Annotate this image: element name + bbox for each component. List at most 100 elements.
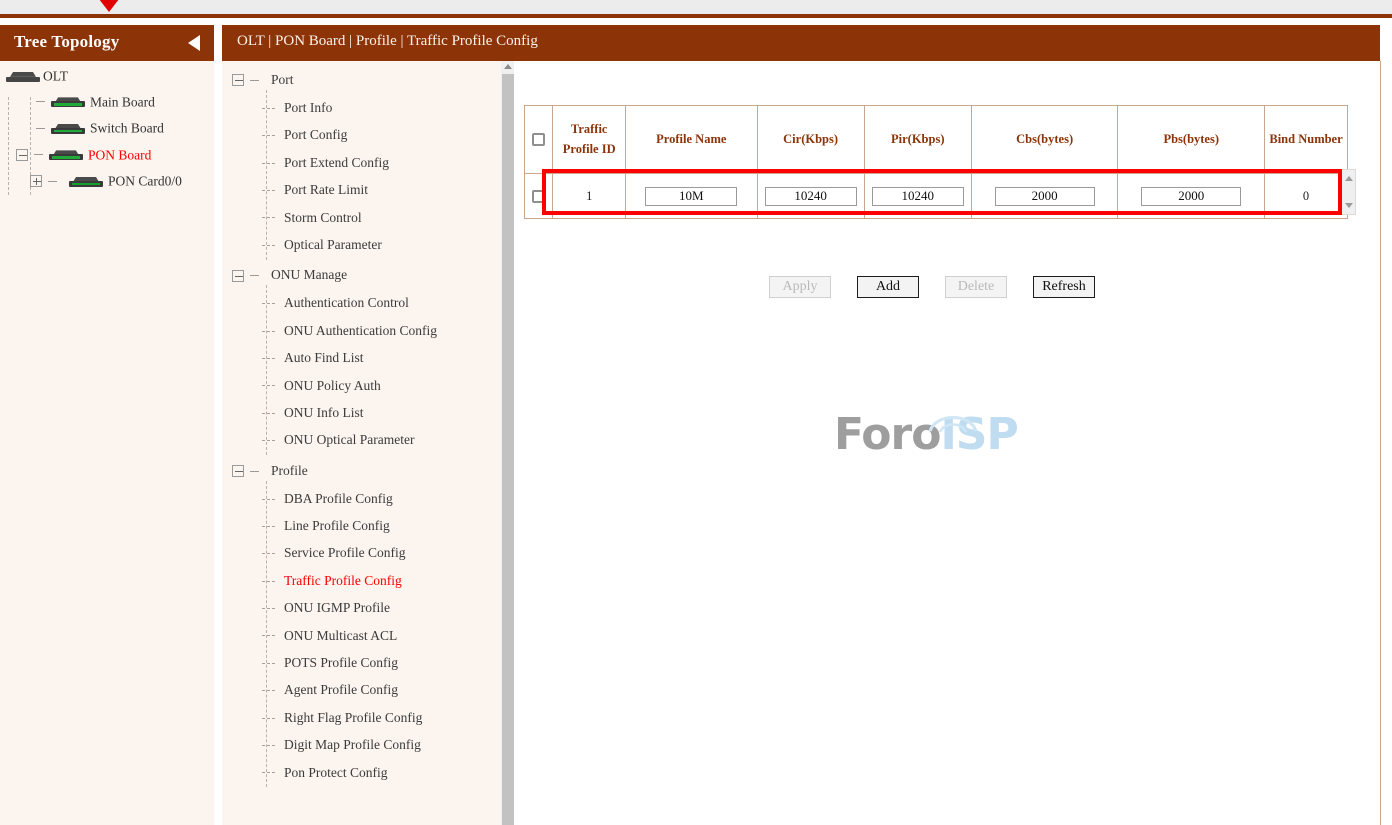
cell-profile-name <box>626 174 757 219</box>
cell-bind-number: 0 <box>1265 174 1348 219</box>
nav-item-onu-optical-parameter[interactable]: ONU Optical Parameter <box>222 426 502 453</box>
collapse-minus-icon[interactable] <box>232 270 244 282</box>
cir-input[interactable] <box>765 187 857 206</box>
nav-item-onu-multicast-acl[interactable]: ONU Multicast ACL <box>222 622 502 649</box>
tree-branch-tick-icon <box>262 135 275 136</box>
grid-vertical-scrollbar[interactable] <box>1340 169 1356 215</box>
device-board-icon <box>51 123 85 134</box>
traffic-profile-table: Traffic Profile ID Profile Name Cir(Kbps… <box>524 105 1348 219</box>
tree-branch-tick-icon <box>262 526 275 527</box>
refresh-button[interactable]: Refresh <box>1033 276 1095 298</box>
tree-branch-tick-icon <box>36 128 45 129</box>
nav-group-onu-manage[interactable]: ONU Manage <box>222 262 502 289</box>
nav-item-dba-profile-config[interactable]: DBA Profile Config <box>222 485 502 512</box>
expand-plus-icon[interactable] <box>30 175 42 187</box>
nav-item-onu-igmp-profile[interactable]: ONU IGMP Profile <box>222 594 502 621</box>
action-button-row: Apply Add Delete Refresh <box>769 276 1117 298</box>
collapse-minus-icon[interactable] <box>16 149 28 161</box>
nav-group-port[interactable]: Port <box>222 67 502 94</box>
tree-branch-tick-icon <box>34 154 43 155</box>
select-all-checkbox[interactable] <box>532 133 545 146</box>
row-select-cell <box>525 174 553 219</box>
cbs-input[interactable] <box>995 187 1095 206</box>
tree-topology-panel: Tree Topology OLT Main Board <box>0 25 214 825</box>
cell-pbs <box>1118 174 1265 219</box>
device-board-icon <box>49 149 83 160</box>
tree-branch-tick-icon <box>262 635 275 636</box>
nav-item-port-extend-config[interactable]: Port Extend Config <box>222 149 502 176</box>
tree-branch-tick-icon <box>250 471 259 472</box>
tree-branch-tick-icon <box>262 217 275 218</box>
red-arrow-annotation-icon <box>92 0 126 12</box>
breadcrumb: OLT | PON Board | Profile | Traffic Prof… <box>237 33 538 50</box>
tree-branch-tick-icon <box>262 608 275 609</box>
nav-item-storm-control[interactable]: Storm Control <box>222 204 502 231</box>
tree-branch-tick-icon <box>250 275 259 276</box>
tree-branch-tick-icon <box>262 690 275 691</box>
wifi-arc-icon <box>926 409 980 435</box>
nav-item-agent-profile-config[interactable]: Agent Profile Config <box>222 676 502 703</box>
nav-item-traffic-profile-config[interactable]: Traffic Profile Config <box>222 567 502 594</box>
add-button[interactable]: Add <box>857 276 919 298</box>
tree-item-main-board[interactable]: Main Board <box>0 88 214 115</box>
chevron-up-icon[interactable] <box>504 64 512 69</box>
tree-branch-tick-icon <box>250 80 259 81</box>
topology-tree: OLT Main Board Switch Board <box>0 61 214 194</box>
col-profile-name: Profile Name <box>626 106 757 174</box>
collapse-minus-icon[interactable] <box>232 465 244 477</box>
nav-group-profile[interactable]: Profile <box>222 458 502 485</box>
nav-item-port-rate-limit[interactable]: Port Rate Limit <box>222 176 502 203</box>
tree-item-pon-board[interactable]: PON Board <box>0 141 214 168</box>
tree-branch-tick-icon <box>262 718 275 719</box>
tree-item-olt[interactable]: OLT <box>0 61 214 88</box>
tree-branch-tick-icon <box>262 772 275 773</box>
nav-item-authentication-control[interactable]: Authentication Control <box>222 289 502 316</box>
nav-item-pots-profile-config[interactable]: POTS Profile Config <box>222 649 502 676</box>
delete-button[interactable]: Delete <box>945 276 1007 298</box>
cell-pir <box>864 174 971 219</box>
nav-item-service-profile-config[interactable]: Service Profile Config <box>222 539 502 566</box>
nav-item-optical-parameter[interactable]: Optical Parameter <box>222 231 502 258</box>
profile-name-input[interactable] <box>645 187 737 206</box>
scrollbar-thumb[interactable] <box>502 74 514 825</box>
tree-branch-tick-icon <box>262 663 275 664</box>
cell-cbs <box>971 174 1118 219</box>
content-area: Traffic Profile ID Profile Name Cir(Kbps… <box>514 61 1380 825</box>
nav-item-line-profile-config[interactable]: Line Profile Config <box>222 512 502 539</box>
nav-item-digit-map-profile-config[interactable]: Digit Map Profile Config <box>222 731 502 758</box>
nav-item-onu-policy-auth[interactable]: ONU Policy Auth <box>222 372 502 399</box>
feature-nav-tree: Port Port Info Port Config Port Extend C… <box>222 61 502 825</box>
device-card-icon <box>69 176 103 187</box>
col-traffic-profile-id: Traffic Profile ID <box>553 106 626 174</box>
nav-item-port-info[interactable]: Port Info <box>222 94 502 121</box>
tree-branch-tick-icon <box>262 499 275 500</box>
collapse-minus-icon[interactable] <box>232 74 244 86</box>
nav-vertical-scrollbar[interactable] <box>500 61 514 825</box>
nav-item-onu-info-list[interactable]: ONU Info List <box>222 399 502 426</box>
tree-connector <box>266 90 267 260</box>
tree-branch-tick-icon <box>48 181 57 182</box>
nav-item-onu-authentication-config[interactable]: ONU Authentication Config <box>222 317 502 344</box>
chevron-up-icon[interactable] <box>1345 176 1353 181</box>
chevron-down-icon[interactable] <box>1345 203 1353 208</box>
breadcrumb-header: OLT | PON Board | Profile | Traffic Prof… <box>222 25 1380 61</box>
main-panel: OLT | PON Board | Profile | Traffic Prof… <box>222 25 1392 825</box>
row-select-checkbox[interactable] <box>532 190 545 203</box>
nav-item-auto-find-list[interactable]: Auto Find List <box>222 344 502 371</box>
caret-left-icon[interactable] <box>188 35 200 51</box>
tree-branch-tick-icon <box>262 385 275 386</box>
nav-item-right-flag-profile-config[interactable]: Right Flag Profile Config <box>222 704 502 731</box>
col-cbs-bytes: Cbs(bytes) <box>971 106 1118 174</box>
tree-item-pon-card-0-0[interactable]: PON Card0/0 <box>0 167 214 194</box>
pir-input[interactable] <box>872 187 964 206</box>
cell-cir <box>757 174 864 219</box>
tree-branch-tick-icon <box>36 101 45 102</box>
tree-item-switch-board[interactable]: Switch Board <box>0 114 214 141</box>
nav-item-port-config[interactable]: Port Config <box>222 121 502 148</box>
apply-button[interactable]: Apply <box>769 276 831 298</box>
panel-right-divider <box>1380 61 1381 825</box>
app-window: Tree Topology OLT Main Board <box>0 0 1392 825</box>
tree-branch-tick-icon <box>262 331 275 332</box>
pbs-input[interactable] <box>1141 187 1241 206</box>
nav-item-pon-protect-config[interactable]: Pon Protect Config <box>222 759 502 786</box>
